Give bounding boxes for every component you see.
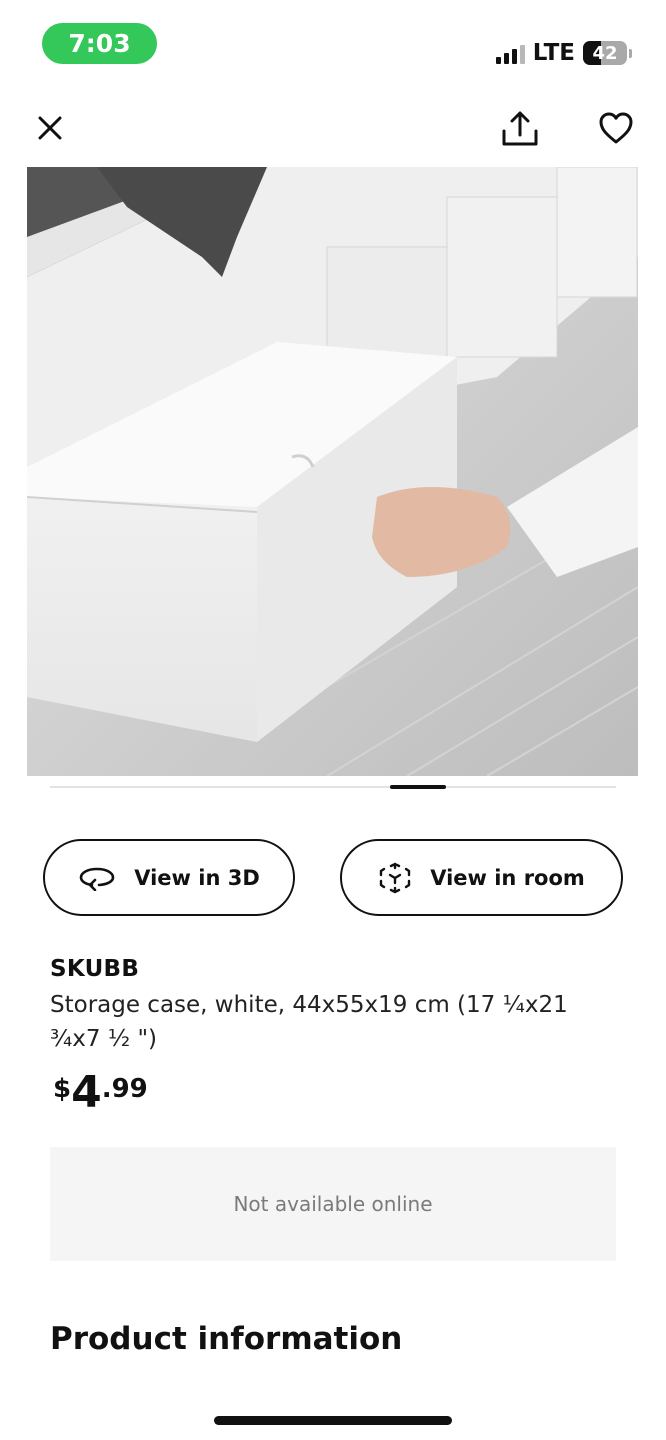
price-integer: 4 [71,1067,102,1118]
product-price: $ 4 .99 [53,1066,148,1120]
product-description: Storage case, white, 44x55x19 cm (17 ¼x2… [50,992,568,1052]
cellular-signal-icon [495,42,525,64]
product-information-heading[interactable]: Product information [50,1321,402,1357]
close-icon [38,116,62,140]
rotate-icon [79,867,115,891]
close-button[interactable] [30,108,70,148]
price-currency: $ [53,1074,72,1104]
view-in-3d-button[interactable]: View in 3D [43,839,295,916]
carousel-active-indicator [390,785,446,789]
ar-cube-icon [380,862,411,893]
availability-text: Not available online [233,1192,433,1216]
product-photo [27,167,638,776]
carousel-progress [50,785,616,789]
price-decimal: .99 [101,1074,148,1104]
product-image[interactable] [27,167,638,776]
view-in-room-button[interactable]: View in room [340,839,623,916]
home-indicator[interactable] [214,1416,452,1425]
favorite-button[interactable] [594,106,638,150]
network-type: LTE [532,40,575,66]
view-in-3d-label: View in 3D [134,865,260,890]
product-name: SKUBB [50,956,140,982]
battery-percent: 42 [592,42,618,64]
battery-icon: 42 [583,41,632,65]
share-button[interactable] [497,106,543,152]
status-indicators: LTE 42 [495,38,632,68]
status-time: 7:03 [42,23,157,64]
share-icon [502,111,538,146]
view-in-room-label: View in room [430,865,585,890]
availability-banner: Not available online [50,1147,616,1261]
heart-icon [599,112,633,144]
